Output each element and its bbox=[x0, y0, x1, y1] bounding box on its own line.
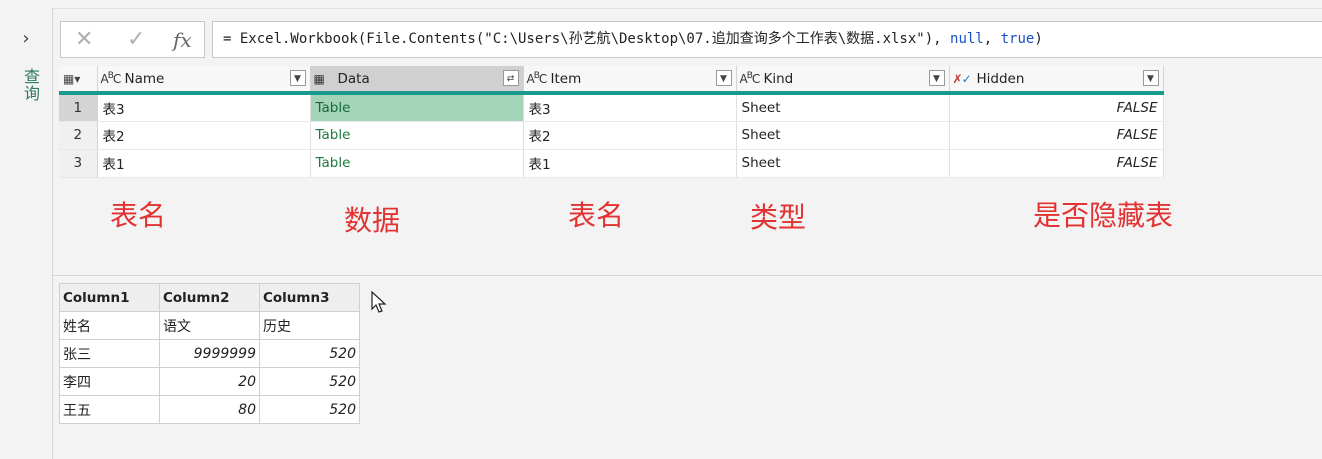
query-results-grid: ▦▾ ABC Name ▼ ▦ Data ⇄ ABC Item ▼ ABC Kind ▼… bbox=[59, 66, 1164, 178]
row-number[interactable]: 2 bbox=[59, 121, 98, 150]
fx-icon[interactable]: fx bbox=[173, 28, 192, 52]
cell-data-table-link[interactable]: Table bbox=[310, 93, 524, 122]
filter-dropdown-icon[interactable]: ▼ bbox=[715, 70, 732, 86]
table-row[interactable]: 1 表3 Table 表3 Sheet FALSE bbox=[59, 93, 1164, 122]
cell-data-table-link[interactable]: Table bbox=[310, 149, 524, 178]
cell-hidden[interactable]: FALSE bbox=[949, 149, 1164, 178]
cell-item[interactable]: 表3 bbox=[523, 93, 737, 122]
formula-bar-buttons: ✕ ✓ fx bbox=[60, 21, 205, 58]
column-header-hidden[interactable]: ✗✓ Hidden ▼ bbox=[949, 66, 1164, 95]
formula-null-keyword: null bbox=[950, 31, 984, 47]
preview-header-cell: Column2 bbox=[159, 283, 260, 312]
commit-icon[interactable]: ✓ bbox=[127, 28, 145, 52]
queries-pane: › 查询 bbox=[0, 8, 53, 459]
any-type-icon[interactable]: ✗✓ bbox=[953, 72, 977, 86]
cell-name[interactable]: 表3 bbox=[97, 93, 311, 122]
chevron-right-icon: › bbox=[22, 28, 30, 49]
preview-header-cell: Column1 bbox=[59, 283, 160, 312]
preview-table: Column1 Column2 Column3 姓名 语文 历史 张三 9999… bbox=[59, 283, 360, 424]
preview-cell: 张三 bbox=[59, 339, 160, 368]
preview-cell: 姓名 bbox=[59, 311, 160, 340]
table-row[interactable]: 3 表1 Table 表1 Sheet FALSE bbox=[59, 149, 1164, 178]
cell-item[interactable]: 表1 bbox=[523, 149, 737, 178]
queries-pane-label[interactable]: 查询 bbox=[18, 68, 42, 102]
text-type-icon[interactable]: ABC bbox=[101, 71, 125, 86]
preview-header-row: Column1 Column2 Column3 bbox=[59, 283, 360, 312]
cell-kind[interactable]: Sheet bbox=[736, 149, 950, 178]
preview-cell: 520 bbox=[259, 367, 360, 396]
formula-text-prefix: = Excel.Workbook(File.Contents("C:\Users… bbox=[223, 31, 951, 47]
preview-row: 王五 80 520 bbox=[59, 395, 360, 424]
column-header-item[interactable]: ABC Item ▼ bbox=[523, 66, 737, 95]
annotation-item: 表名 bbox=[568, 199, 625, 232]
table-type-icon[interactable]: ▦ bbox=[314, 72, 338, 86]
cell-kind[interactable]: Sheet bbox=[736, 121, 950, 150]
annotation-kind: 类型 bbox=[750, 201, 807, 234]
cell-name[interactable]: 表1 bbox=[97, 149, 311, 178]
annotation-data: 数据 bbox=[344, 204, 401, 237]
preview-header-cell: Column3 bbox=[259, 283, 360, 312]
filter-dropdown-icon[interactable]: ▼ bbox=[928, 70, 945, 86]
text-type-icon[interactable]: ABC bbox=[527, 71, 551, 86]
mouse-cursor-icon bbox=[371, 291, 387, 313]
formula-text-suffix: ) bbox=[1034, 31, 1043, 47]
formula-separator: , bbox=[983, 31, 1001, 47]
cell-name[interactable]: 表2 bbox=[97, 121, 311, 150]
table-corner-menu[interactable]: ▦▾ bbox=[59, 66, 98, 95]
table-row[interactable]: 2 表2 Table 表2 Sheet FALSE bbox=[59, 121, 1164, 150]
preview-cell: 历史 bbox=[259, 311, 360, 340]
preview-cell: 520 bbox=[259, 395, 360, 424]
preview-divider[interactable] bbox=[53, 275, 1322, 276]
filter-dropdown-icon[interactable]: ▼ bbox=[289, 70, 306, 86]
preview-cell: 李四 bbox=[59, 367, 160, 396]
row-number[interactable]: 3 bbox=[59, 149, 98, 178]
title-strip bbox=[0, 0, 1322, 9]
preview-cell: 9999999 bbox=[159, 339, 260, 368]
cell-item[interactable]: 表2 bbox=[523, 121, 737, 150]
cancel-icon[interactable]: ✕ bbox=[75, 28, 93, 52]
row-number[interactable]: 1 bbox=[59, 93, 98, 122]
cell-kind[interactable]: Sheet bbox=[736, 93, 950, 122]
column-header-kind[interactable]: ABC Kind ▼ bbox=[736, 66, 950, 95]
preview-cell: 80 bbox=[159, 395, 260, 424]
annotation-hidden: 是否隐藏表 bbox=[1033, 199, 1174, 232]
formula-true-keyword: true bbox=[1000, 31, 1035, 47]
preview-cell: 520 bbox=[259, 339, 360, 368]
cell-hidden[interactable]: FALSE bbox=[949, 121, 1164, 150]
column-header-data[interactable]: ▦ Data ⇄ bbox=[310, 66, 524, 95]
preview-row: 姓名 语文 历史 bbox=[59, 311, 360, 340]
expand-column-icon[interactable]: ⇄ bbox=[502, 70, 519, 86]
text-type-icon[interactable]: ABC bbox=[740, 71, 764, 86]
preview-cell: 语文 bbox=[159, 311, 260, 340]
filter-dropdown-icon[interactable]: ▼ bbox=[1142, 70, 1159, 86]
preview-row: 李四 20 520 bbox=[59, 367, 360, 396]
preview-cell: 20 bbox=[159, 367, 260, 396]
preview-cell: 王五 bbox=[59, 395, 160, 424]
cell-data-table-link[interactable]: Table bbox=[310, 121, 524, 150]
table-menu-icon: ▦▾ bbox=[63, 71, 81, 86]
formula-input[interactable]: = Excel.Workbook(File.Contents("C:\Users… bbox=[212, 21, 1322, 58]
preview-row: 张三 9999999 520 bbox=[59, 339, 360, 368]
cell-hidden[interactable]: FALSE bbox=[949, 93, 1164, 122]
annotation-name: 表名 bbox=[110, 199, 167, 232]
expand-queries-button[interactable]: › bbox=[16, 28, 36, 50]
column-header-name[interactable]: ABC Name ▼ bbox=[97, 66, 311, 95]
